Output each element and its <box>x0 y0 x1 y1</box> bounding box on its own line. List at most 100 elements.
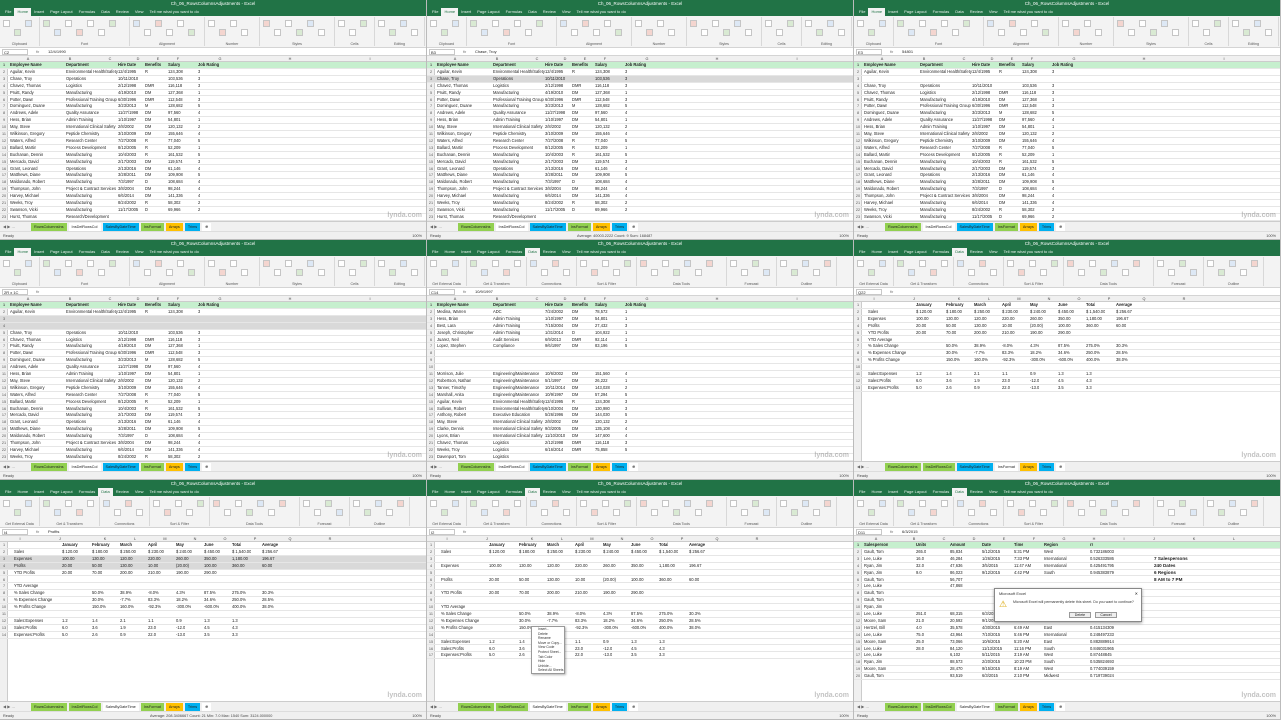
ribbon-tab[interactable]: Formulas <box>76 488 99 496</box>
cell[interactable]: Units <box>916 542 926 548</box>
cell[interactable]: DMR <box>145 350 154 356</box>
ribbon-button-icon[interactable] <box>580 500 587 507</box>
cell[interactable]: Job Rating <box>625 302 646 308</box>
cell[interactable]: 6.0 <box>916 378 922 384</box>
cell[interactable]: 155,646 <box>168 131 183 137</box>
row-number[interactable]: 18 <box>854 659 862 665</box>
table-row[interactable]: 3 <box>0 315 426 323</box>
ribbon-button-icon[interactable] <box>54 509 61 516</box>
cell[interactable]: Hess, Brian <box>10 117 31 123</box>
cell[interactable]: 2/17/2003 <box>118 159 136 165</box>
table-row[interactable]: 14 Waters, Alfred Research Center 7/27/2008… <box>0 392 426 399</box>
cell[interactable]: Weeks, Troy <box>10 454 33 460</box>
ribbon-button-icon[interactable] <box>763 269 770 276</box>
table-row[interactable]: 19 Maldonado, Robert Manufacturing 7/3/1997… <box>854 186 1280 194</box>
ribbon-button-icon[interactable] <box>1218 509 1225 516</box>
cell[interactable]: 61,146 <box>168 166 181 172</box>
cell[interactable]: Ryan, Jim <box>864 604 882 610</box>
ribbon-button-icon[interactable] <box>613 269 620 276</box>
row-number[interactable]: 10 <box>854 604 862 610</box>
cell[interactable]: 97,560 <box>595 110 608 116</box>
cell[interactable]: 28,470 <box>950 666 963 672</box>
row-number[interactable]: 11 <box>854 371 862 377</box>
row-number[interactable]: 3 <box>854 316 862 322</box>
cell[interactable]: Andrews, Adele <box>10 110 38 116</box>
cell[interactable]: 3 <box>198 83 200 89</box>
row-number[interactable]: 21 <box>0 200 8 206</box>
ribbon-tab[interactable]: Data <box>525 488 540 496</box>
row-number[interactable]: 10 <box>854 364 862 370</box>
cell[interactable]: DM <box>999 117 1005 123</box>
cell[interactable]: 46,284 <box>950 556 963 562</box>
cell[interactable]: 141,336 <box>595 193 610 199</box>
ribbon-button-icon[interactable] <box>470 260 477 267</box>
cell[interactable]: 83.3% <box>575 618 587 624</box>
cell[interactable]: $ 180.00 <box>92 549 108 555</box>
cell[interactable]: DM <box>999 138 1005 144</box>
month-header[interactable]: February <box>92 542 110 548</box>
ribbon-tab[interactable]: Home <box>441 488 458 496</box>
table-row[interactable]: 23 Hurst, Thomas Research/Development <box>0 214 426 221</box>
ribbon-button-icon[interactable] <box>723 29 730 36</box>
cell[interactable]: 3 <box>625 69 627 75</box>
cell[interactable]: Manufacturing <box>66 433 92 439</box>
add-sheet-icon[interactable]: ⊕ <box>629 703 639 711</box>
cell[interactable]: Hire Date <box>118 302 136 308</box>
cell[interactable]: 4 <box>625 193 627 199</box>
ribbon-button-icon[interactable] <box>1042 29 1049 36</box>
row-number[interactable]: 16 <box>427 166 435 172</box>
sheet-tab[interactable]: InsDelRowsCol <box>68 223 101 231</box>
row-number[interactable]: 7 <box>0 103 8 109</box>
cell[interactable]: 5 <box>198 152 200 158</box>
row-number[interactable]: 4 <box>0 323 8 329</box>
formula-input[interactable]: Profits <box>48 528 59 536</box>
cell[interactable]: 141,336 <box>168 447 183 453</box>
table-row[interactable]: 1 Employee Name Department Hire Date Benefit… <box>427 302 853 309</box>
cell[interactable]: 4 <box>1052 200 1054 206</box>
cell[interactable]: 4.5 <box>204 625 210 631</box>
cell[interactable]: 0.719739024 <box>1090 673 1114 679</box>
cell[interactable]: 4 <box>625 186 627 192</box>
cell[interactable]: Lee, Luke <box>864 556 882 562</box>
cell[interactable]: 220.00 <box>575 563 588 569</box>
cell[interactable]: 124,308 <box>595 69 610 75</box>
cell[interactable]: Expenses:Profits <box>868 385 899 391</box>
cell[interactable]: 7/3/1997 <box>972 186 988 192</box>
ribbon-button-icon[interactable] <box>613 509 620 516</box>
cell[interactable]: 2/8/2002 <box>545 419 561 425</box>
row-number[interactable]: 8 <box>854 350 862 356</box>
cell[interactable]: 83,196 <box>595 343 608 349</box>
cell[interactable]: 7/27/2008 <box>972 145 990 151</box>
add-sheet-icon[interactable]: ⊕ <box>629 463 639 471</box>
ribbon-button-icon[interactable] <box>492 500 499 507</box>
worksheet-grid[interactable]: A B C D E F G H I J K L 1 Salesperson Units Amount Date T… <box>854 536 1280 701</box>
cell[interactable]: 1,180.00 <box>1086 316 1102 322</box>
table-row[interactable]: 13 Tanner, Timothy Engineering/Maintenance… <box>427 385 853 392</box>
cell[interactable]: 10/4/2003 <box>118 152 136 158</box>
ribbon-button-icon[interactable] <box>1243 29 1250 36</box>
cell[interactable]: 4 <box>625 110 627 116</box>
cell[interactable]: 130.00 <box>974 323 987 329</box>
tab-scroll-arrows-icon[interactable]: ◀ ▶ … <box>857 703 869 711</box>
cell[interactable]: 10/4/2003 <box>118 406 136 412</box>
cell[interactable]: R <box>572 145 575 151</box>
ribbon-button-icon[interactable] <box>802 260 809 267</box>
cell[interactable]: -7.7% <box>974 350 985 356</box>
table-row[interactable]: 22 Swanson, Vicki Manufacturing 11/17/2005 D… <box>427 207 853 214</box>
ribbon-button-icon[interactable] <box>838 29 845 36</box>
cell[interactable]: 54,801 <box>168 117 181 123</box>
row-number[interactable]: 12 <box>427 138 435 144</box>
cell[interactable]: (20.00) <box>1030 323 1043 329</box>
cell[interactable]: 1 <box>198 145 200 151</box>
ribbon-button-icon[interactable] <box>136 509 143 516</box>
ribbon-button-icon[interactable] <box>919 260 926 267</box>
row-number[interactable]: 19 <box>427 186 435 192</box>
ribbon-button-icon[interactable] <box>285 260 292 267</box>
sheet-tab[interactable]: InsDelRowsCol <box>922 223 955 231</box>
cell[interactable]: DM <box>572 412 578 418</box>
cell[interactable]: 2/12/1998 <box>545 83 563 89</box>
cell[interactable]: Waters, Alfred <box>10 138 36 144</box>
cell[interactable]: D <box>572 179 575 185</box>
table-row[interactable]: 12 Waters, Alfred Research Center 7/27/2008… <box>427 138 853 145</box>
cell[interactable]: 116,118 <box>595 440 609 446</box>
